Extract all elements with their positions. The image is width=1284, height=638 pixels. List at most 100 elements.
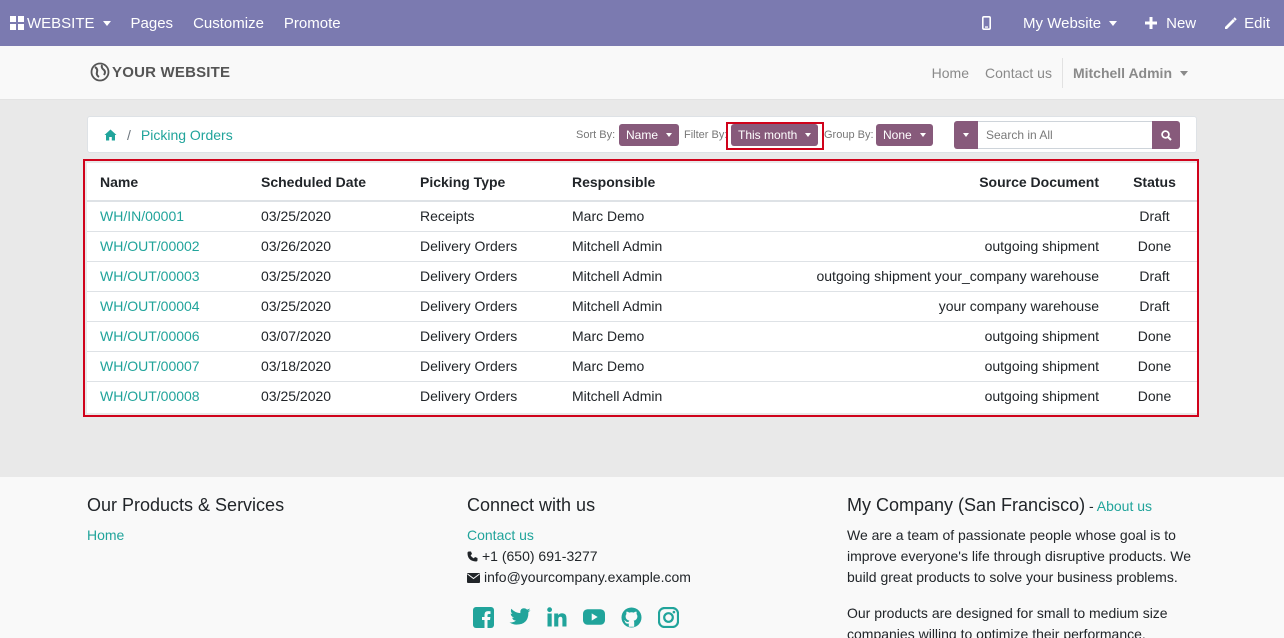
- table-row: WH/OUT/00007 03/18/2020 Delivery Orders …: [87, 350, 1197, 381]
- nav-home[interactable]: Home: [924, 65, 977, 81]
- table-row: WH/OUT/00003 03/25/2020 Delivery Orders …: [87, 260, 1197, 291]
- table-header-row: Name Scheduled Date Picking Type Respons…: [87, 163, 1197, 202]
- search-button[interactable]: [1152, 121, 1180, 149]
- home-icon[interactable]: [104, 129, 117, 141]
- footer-contact-link[interactable]: Contact us: [467, 525, 691, 546]
- source-document-cell: outgoing shipment: [739, 320, 1112, 351]
- sort-by-dropdown[interactable]: Name: [619, 124, 680, 146]
- picking-link[interactable]: WH/OUT/00002: [100, 238, 200, 254]
- new-label: New: [1166, 14, 1197, 32]
- edit-button[interactable]: Edit: [1214, 0, 1284, 46]
- mobile-preview-button[interactable]: [972, 0, 1013, 46]
- search-input[interactable]: [978, 121, 1152, 149]
- picking-link[interactable]: WH/OUT/00007: [100, 358, 200, 374]
- github-icon[interactable]: [620, 606, 642, 628]
- customize-menu[interactable]: Customize: [183, 0, 274, 46]
- twitter-icon[interactable]: [509, 606, 531, 628]
- website-menu[interactable]: WEBSITE: [0, 0, 121, 46]
- instagram-icon[interactable]: [657, 606, 679, 628]
- responsible-cell: Mitchell Admin: [559, 380, 739, 411]
- footer-about-paragraph-2: Our products are designed for small to m…: [847, 605, 1168, 638]
- picking-type-cell: Receipts: [420, 208, 475, 225]
- picking-link[interactable]: WH/OUT/00008: [100, 388, 200, 404]
- status-cell: Draft: [1112, 260, 1197, 291]
- edit-label: Edit: [1244, 14, 1270, 32]
- table-row: WH/OUT/00002 03/26/2020 Delivery Orders …: [87, 230, 1197, 261]
- linkedin-icon[interactable]: [546, 606, 568, 628]
- footer-connect-column: Connect with us Contact us +1 (650) 691-…: [467, 495, 691, 628]
- table-row: WH/OUT/00006 03/07/2020 Delivery Orders …: [87, 320, 1197, 351]
- footer-about-link[interactable]: About us: [1097, 498, 1152, 514]
- new-button[interactable]: New: [1135, 0, 1214, 46]
- search-filter-dropdown[interactable]: [954, 121, 978, 149]
- admin-bar: WEBSITE Pages Customize Promote My Websi…: [0, 0, 1284, 46]
- website-menu-label: WEBSITE: [27, 14, 95, 32]
- search-icon: [1160, 129, 1172, 141]
- responsible-cell: Marc Demo: [559, 350, 739, 381]
- status-cell: Done: [1112, 230, 1197, 261]
- portal-toolbar: / Picking Orders Sort By: Name Filter By…: [87, 116, 1197, 153]
- picking-type-cell: Delivery Orders: [407, 230, 559, 261]
- promote-menu[interactable]: Promote: [274, 0, 351, 46]
- status-cell: Draft: [1139, 208, 1170, 225]
- main-nav: Home Contact us Mitchell Admin: [924, 46, 1188, 100]
- source-document-cell: [739, 201, 1112, 231]
- column-header-responsible: Responsible: [559, 163, 739, 202]
- facebook-icon[interactable]: [472, 606, 494, 628]
- social-links: [472, 606, 691, 628]
- picking-type-cell: Delivery Orders: [407, 380, 559, 411]
- mobile-icon: [982, 16, 992, 30]
- chevron-down-icon: [1180, 70, 1188, 76]
- status-cell: Draft: [1112, 290, 1197, 321]
- phone-icon: [467, 551, 478, 562]
- site-logo[interactable]: YOUR WEBSITE: [90, 62, 230, 82]
- group-by-dropdown[interactable]: None: [876, 124, 933, 146]
- picking-link[interactable]: WH/OUT/00003: [100, 268, 200, 284]
- group-by-label: Group By:: [824, 129, 874, 141]
- apps-grid-icon: [10, 16, 24, 30]
- youtube-icon[interactable]: [583, 606, 605, 628]
- picking-link[interactable]: WH/OUT/00006: [100, 328, 200, 344]
- footer-phone-text: +1 (650) 691-3277: [482, 548, 598, 564]
- filter-by-value: This month: [738, 128, 798, 142]
- my-website-menu[interactable]: My Website: [1013, 0, 1135, 46]
- breadcrumb-current[interactable]: Picking Orders: [141, 127, 233, 143]
- column-header-picking-type: Picking Type: [407, 163, 559, 202]
- picking-link[interactable]: WH/OUT/00004: [100, 298, 200, 314]
- footer-about-paragraph: We are a team of passionate people whose…: [847, 527, 1192, 585]
- scheduled-date-cell: 03/18/2020: [248, 350, 407, 381]
- pages-menu[interactable]: Pages: [121, 0, 184, 46]
- filter-by-dropdown[interactable]: This month: [731, 124, 819, 146]
- user-menu[interactable]: Mitchell Admin: [1063, 65, 1188, 81]
- status-cell: Done: [1112, 380, 1197, 411]
- scheduled-date-cell: 03/07/2020: [248, 320, 407, 351]
- responsible-cell: Mitchell Admin: [559, 290, 739, 321]
- search-group: [954, 121, 1180, 149]
- sort-by-value: Name: [626, 128, 659, 142]
- responsible-cell: Marc Demo: [572, 208, 645, 225]
- footer-company-separator: -: [1085, 498, 1097, 514]
- scheduled-date-cell: 03/25/2020: [248, 260, 407, 291]
- breadcrumb: / Picking Orders: [104, 117, 233, 152]
- picking-type-cell: Delivery Orders: [407, 290, 559, 321]
- status-cell: Done: [1112, 350, 1197, 381]
- picking-orders-table: Name Scheduled Date Picking Type Respons…: [87, 163, 1197, 413]
- scheduled-date-cell: 03/25/2020: [248, 380, 407, 411]
- nav-contact-us[interactable]: Contact us: [977, 65, 1060, 81]
- breadcrumb-separator: /: [127, 126, 131, 143]
- footer-connect-title: Connect with us: [467, 495, 596, 515]
- chevron-down-icon: [919, 133, 926, 137]
- filter-by-label: Filter By:: [684, 129, 728, 141]
- table-row: WH/IN/00001 03/25/2020 Receipts Marc Dem…: [87, 201, 1197, 231]
- group-by-value: None: [883, 128, 912, 142]
- site-header: YOUR WEBSITE Home Contact us Mitchell Ad…: [0, 46, 1284, 100]
- column-header-name: Name: [87, 163, 248, 202]
- picking-link[interactable]: WH/IN/00001: [100, 208, 184, 224]
- footer-home-link[interactable]: Home: [87, 525, 284, 546]
- footer-company-column: My Company (San Francisco) - About us We…: [847, 495, 1197, 638]
- sort-by-label: Sort By:: [576, 129, 616, 141]
- scheduled-date-cell: 03/26/2020: [248, 230, 407, 261]
- source-document-cell: outgoing shipment: [739, 380, 1112, 411]
- picking-type-cell: Delivery Orders: [407, 260, 559, 291]
- footer-products-title: Our Products & Services: [87, 495, 285, 515]
